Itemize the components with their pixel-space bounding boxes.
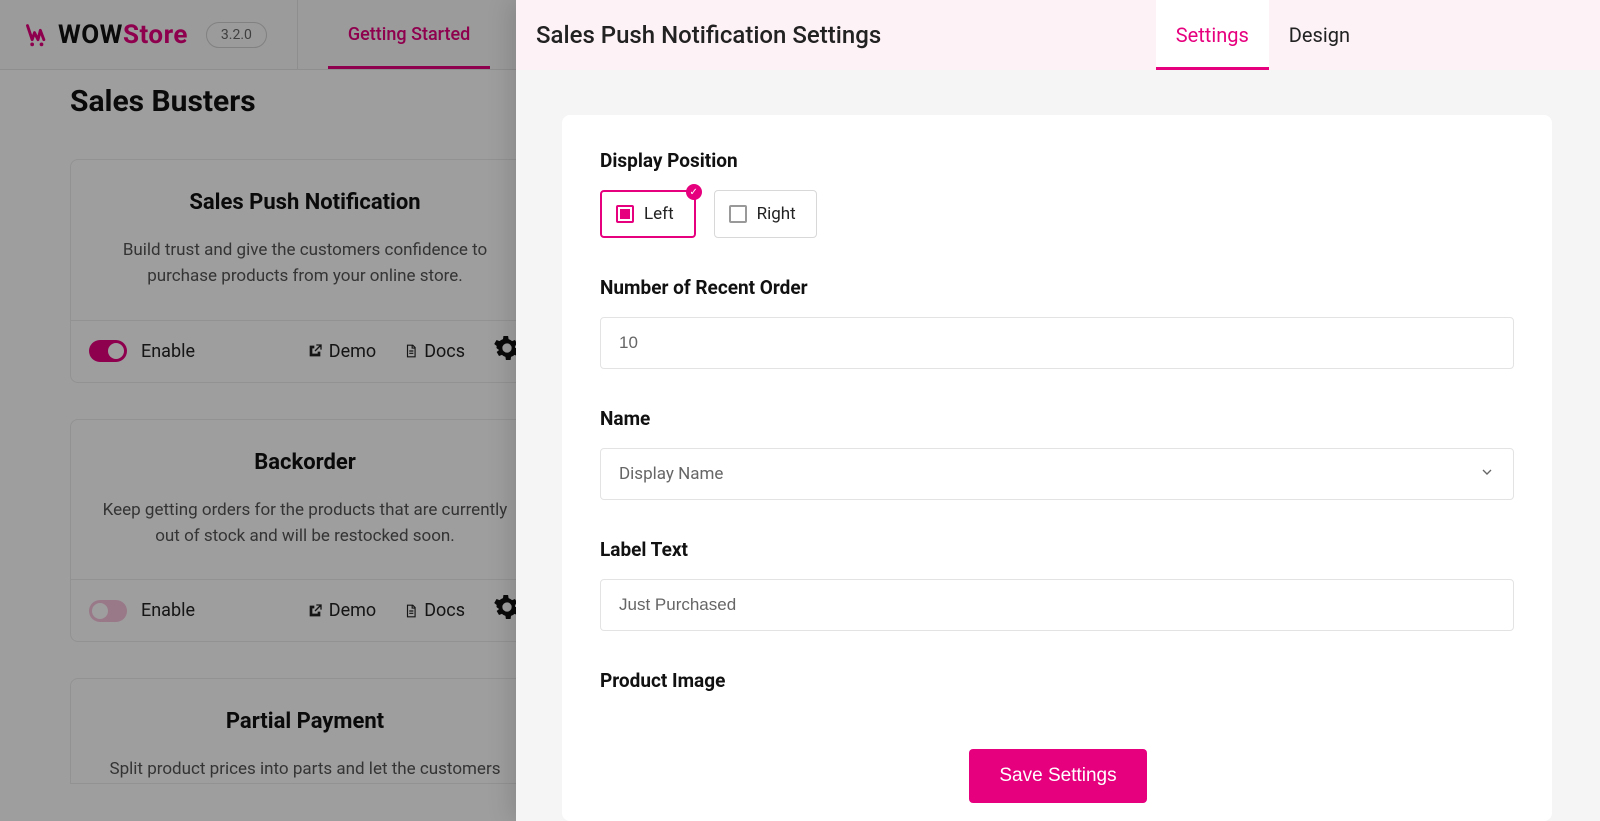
label-display-position: Display Position bbox=[600, 149, 1514, 172]
panel-body: Display Position ✓ Left Right Number of … bbox=[516, 70, 1600, 821]
option-left[interactable]: ✓ Left bbox=[600, 190, 696, 238]
group-display-position: Display Position ✓ Left Right bbox=[600, 149, 1514, 238]
option-right[interactable]: Right bbox=[714, 190, 817, 238]
label-label-text: Label Text bbox=[600, 538, 1514, 561]
select-name-value: Display Name bbox=[619, 464, 723, 484]
save-settings-button[interactable]: Save Settings bbox=[969, 749, 1146, 803]
group-product-image: Product Image bbox=[600, 669, 1514, 692]
label-product-image: Product Image bbox=[600, 669, 725, 692]
panel-header: Sales Push Notification Settings Setting… bbox=[516, 0, 1600, 70]
select-name[interactable]: Display Name bbox=[600, 448, 1514, 500]
label-name: Name bbox=[600, 407, 1514, 430]
input-recent-order[interactable] bbox=[600, 317, 1514, 369]
tab-design[interactable]: Design bbox=[1269, 0, 1370, 70]
option-right-label: Right bbox=[757, 204, 796, 224]
group-recent-order: Number of Recent Order bbox=[600, 276, 1514, 369]
group-label-text: Label Text bbox=[600, 538, 1514, 631]
label-recent-order: Number of Recent Order bbox=[600, 276, 1514, 299]
chevron-down-icon bbox=[1479, 464, 1495, 485]
group-name: Name Display Name bbox=[600, 407, 1514, 500]
option-left-label: Left bbox=[644, 204, 674, 224]
input-label-text[interactable] bbox=[600, 579, 1514, 631]
settings-panel: Sales Push Notification Settings Setting… bbox=[516, 0, 1600, 821]
tab-settings[interactable]: Settings bbox=[1156, 0, 1269, 70]
position-options: ✓ Left Right bbox=[600, 190, 1514, 238]
check-icon: ✓ bbox=[686, 184, 702, 200]
panel-tabs: Settings Design bbox=[1156, 0, 1600, 70]
panel-title: Sales Push Notification Settings bbox=[536, 21, 1156, 49]
settings-form-card: Display Position ✓ Left Right Number of … bbox=[562, 115, 1552, 821]
